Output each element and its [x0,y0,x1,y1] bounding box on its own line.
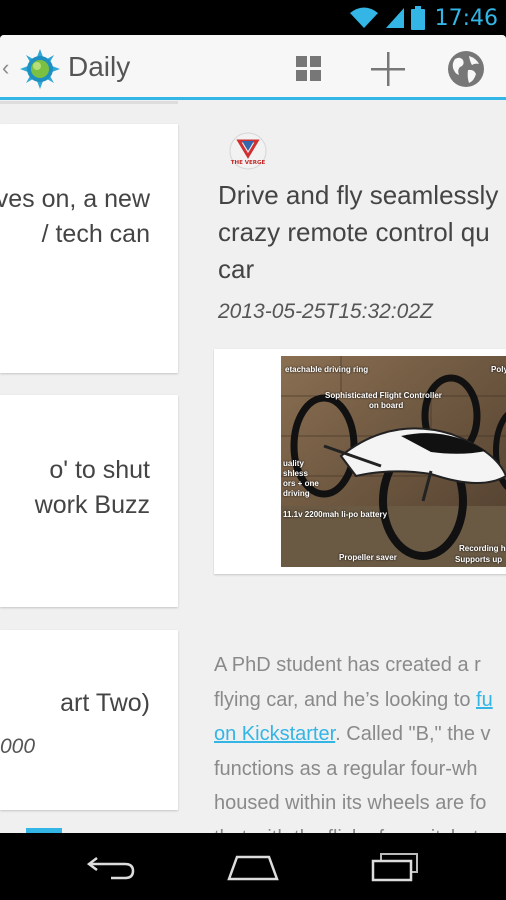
article-date: 2013-05-25T15:32:02Z [218,300,433,323]
card-headline-line: / tech can [41,220,150,248]
battery-icon [410,6,425,30]
body-line: that with the flick of a switch, t [214,821,506,834]
article-image-frame: etachable driving ring Sophisticated Fli… [214,349,506,574]
image-label: Sophisticated Flight Controller [325,391,442,400]
body-line: A PhD student has created a r [214,654,481,676]
content-area: ves on, a new / tech can o' to shut work… [0,100,506,833]
image-label: Recording h [459,544,506,553]
card-headline: ves on, a new / tech can [0,182,150,252]
app-logo-icon[interactable] [20,49,60,89]
card-top-edge [0,101,178,104]
image-label: 11.1v 2200mah li-po battery [283,510,388,519]
app-title: Daily [68,51,131,82]
add-button[interactable] [366,49,410,89]
back-button[interactable] [77,845,147,889]
body-line: functions as a regular four-wh [214,757,478,780]
home-button[interactable] [218,845,288,889]
card-headline-line: o' to shut [49,456,150,484]
article-image[interactable]: etachable driving ring Sophisticated Fli… [281,356,506,567]
kickstarter-link[interactable]: fu [476,689,493,711]
card-headline: o' to shut work Buzz [35,453,150,523]
status-bar: 17:46 [0,0,506,35]
globe-icon [448,51,484,87]
article-body: A PhD student has created a r flying car… [214,648,506,833]
app-window: ‹ Daily ves on, a new / tech can o' to s… [0,35,506,833]
card-headline-line: ves on, a new [0,185,150,213]
grid-view-button[interactable] [287,49,331,89]
body-line: housed within its wheels are fo [214,792,487,814]
body-text-segment: . Called "B," the v [335,723,491,745]
image-label: Supports up [455,555,503,564]
story-card[interactable]: ves on, a new / tech can [0,124,178,373]
story-card[interactable]: art Two) 000 [0,630,178,810]
wifi-icon [349,7,378,28]
source-logo-icon[interactable]: THE VERGE [229,132,267,170]
grid-icon [296,56,321,81]
recent-apps-icon [371,853,418,882]
kickstarter-link[interactable]: on Kickstarter [214,723,335,745]
card-headline-line: work Buzz [34,491,150,519]
body-line: flying car, and he’s looking to fu [214,683,506,718]
card-headline-line: art Two) [60,689,150,717]
clock: 17:46 [434,5,498,31]
article-title-line: Drive and fly seamlessly [218,180,499,210]
home-icon [227,855,279,881]
up-caret-icon[interactable]: ‹ [2,55,9,81]
recent-apps-button[interactable] [360,845,430,889]
source-logo-text: THE VERGE [231,160,266,166]
image-label: etachable driving ring [285,365,369,374]
action-bar: ‹ Daily [0,35,506,100]
navigation-bar [0,833,506,900]
image-label: driving [283,489,310,498]
image-label: Propeller saver [339,553,397,562]
plus-icon [371,52,405,86]
image-label: Polyc [491,365,506,374]
image-label: shless [283,469,308,478]
cell-signal-icon [385,8,404,28]
article-title-line: car [218,254,255,284]
image-label: on board [369,401,404,410]
article-title: Drive and fly seamlessly crazy remote co… [218,177,506,288]
card-date: 000 [0,735,36,758]
back-arrow-icon [87,857,135,880]
card-headline: art Two) [60,686,150,721]
image-label: ors + one [283,479,319,488]
quadcopter-car-illustration [281,356,506,567]
image-label: uality [283,459,304,468]
article-pane[interactable]: THE VERGE Drive and fly seamlessly crazy… [213,100,506,833]
body-line: on Kickstarter. Called "B," the v [214,717,506,752]
body-text-segment: flying car, and he’s looking to [214,688,477,711]
article-title-line: crazy remote control qu [218,217,490,247]
open-in-browser-button[interactable] [444,49,488,89]
status-icons: 17:46 [349,5,498,31]
story-card[interactable]: o' to shut work Buzz [0,395,178,607]
